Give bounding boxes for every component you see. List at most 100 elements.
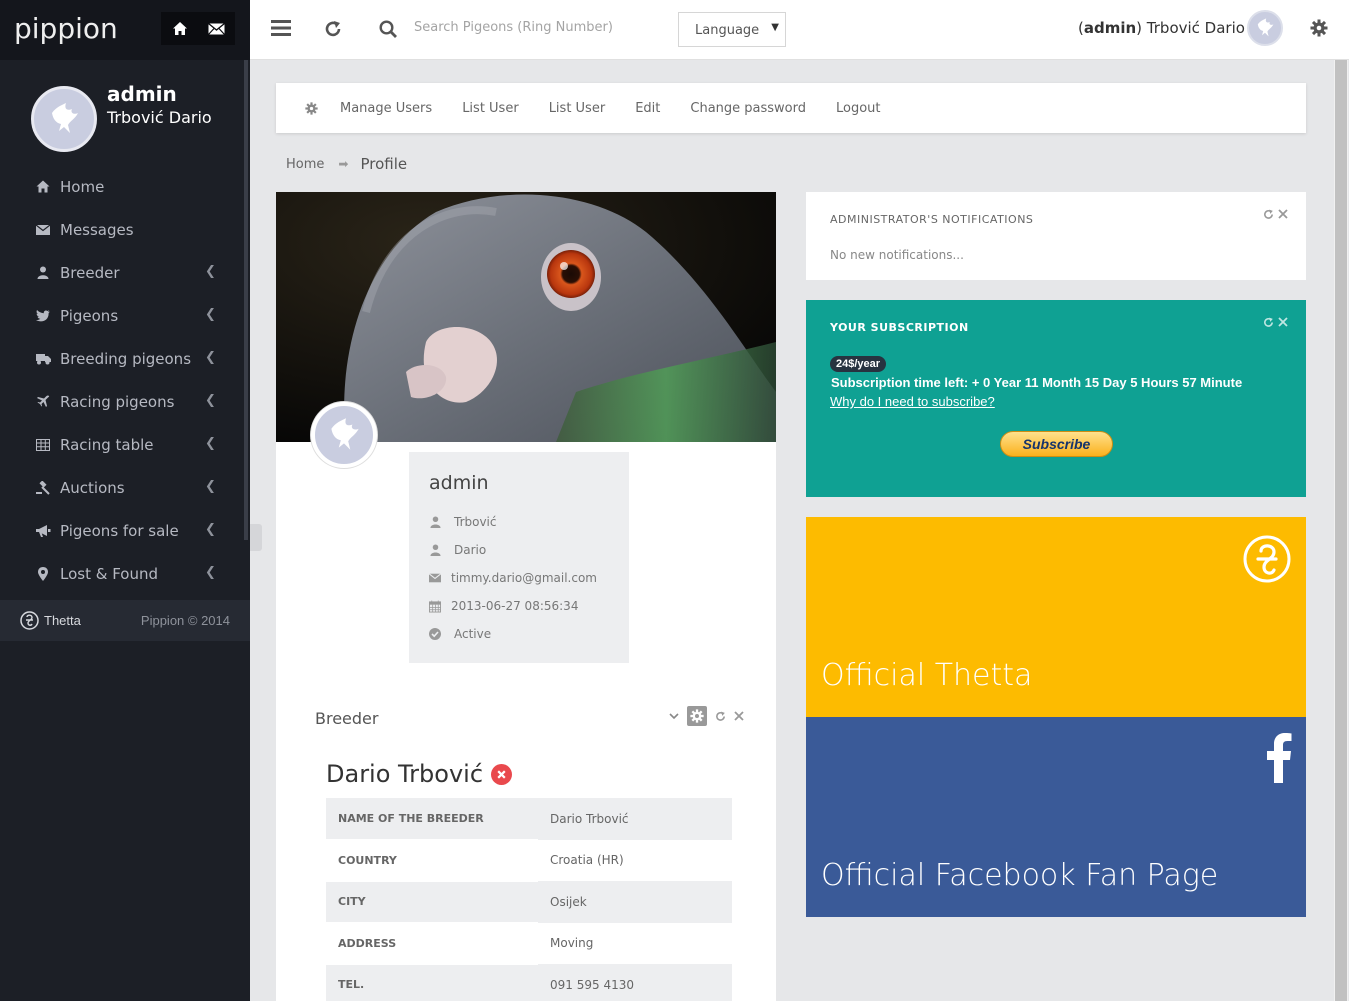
- user-subnav: Manage Users List User List User Edit Ch…: [276, 83, 1306, 133]
- refresh-icon[interactable]: [1263, 209, 1274, 220]
- sidebar-item-auctions[interactable]: Auctions ❮: [0, 466, 250, 509]
- sidebar-item-label: Messages: [60, 220, 134, 239]
- dove-icon: [331, 418, 359, 450]
- breeder-field-value: 091 595 4130: [538, 964, 732, 1001]
- sidebar-item-label: Breeder: [60, 263, 120, 282]
- close-icon[interactable]: [1278, 317, 1288, 328]
- remove-icon[interactable]: [491, 763, 513, 785]
- avatar[interactable]: [1247, 10, 1283, 46]
- profile-last-name: Trbović: [454, 515, 497, 529]
- facebook-icon: [1266, 733, 1292, 788]
- thetta-logo-icon: [20, 611, 39, 630]
- breadcrumb-home[interactable]: Home: [286, 157, 324, 172]
- sidebar-item-pigeons[interactable]: Pigeons ❮: [0, 294, 250, 337]
- page-scrollbar[interactable]: [1334, 60, 1348, 1001]
- breeder-field-label: TEL.: [326, 964, 538, 1001]
- profile-last-name-row: Trbović: [429, 515, 497, 529]
- sidebar-item-label: Pigeons: [60, 306, 119, 325]
- sidebar-item-breeding-pigeons[interactable]: Breeding pigeons ❮: [0, 337, 250, 380]
- gear-icon[interactable]: [687, 706, 707, 726]
- subnav-list-user[interactable]: List User: [462, 101, 519, 116]
- official-thetta-tile[interactable]: Official Thetta: [806, 517, 1306, 717]
- sidebar-item-lost-found[interactable]: Lost & Found ❮: [0, 552, 250, 595]
- sidebar-scrollbar[interactable]: [244, 60, 248, 540]
- gavel-icon: [33, 480, 53, 495]
- breadcrumb: Home ➡ Profile: [286, 155, 407, 173]
- envelope-icon[interactable]: [198, 12, 235, 45]
- subnav-list-user-2[interactable]: List User: [549, 101, 606, 116]
- top-bar: Search Pigeons (Ring Number) Language ▼ …: [250, 0, 1349, 60]
- page-title: Profile: [360, 155, 408, 173]
- sidebar-item-label: Racing table: [60, 435, 154, 454]
- sidebar-item-racing-table[interactable]: Racing table ❮: [0, 423, 250, 466]
- twitter-bird-icon: [33, 309, 53, 322]
- page-scrollbar-thumb[interactable]: [1335, 60, 1347, 1001]
- top-user-menu[interactable]: (admin) Trbović Dario⌄: [1078, 19, 1260, 37]
- language-select[interactable]: Language ▼: [678, 12, 786, 47]
- breeder-details-table: NAME OF THE BREEDER Dario Trbović COUNTR…: [326, 798, 732, 1001]
- sidebar-toggle-handle[interactable]: [250, 524, 262, 551]
- sidebar-item-home[interactable]: Home: [0, 165, 250, 208]
- profile-card: admin Trbović Dario timmy.dario@gmail.co…: [276, 192, 776, 1001]
- home-icon[interactable]: [161, 12, 198, 45]
- sidebar-item-messages[interactable]: Messages: [0, 208, 250, 251]
- top-user-name: Trbović Dario: [1146, 19, 1245, 37]
- subscribe-button[interactable]: Subscribe: [1000, 431, 1113, 457]
- profile-first-name: Dario: [454, 543, 487, 557]
- tile-label: Official Thetta: [821, 658, 1033, 693]
- thetta-link[interactable]: Thetta: [20, 611, 81, 630]
- table-icon: [33, 438, 53, 451]
- app-logo[interactable]: pippion: [14, 12, 118, 45]
- avatar[interactable]: [31, 86, 97, 152]
- chevron-left-icon: ❮: [205, 565, 216, 580]
- breeder-field-value: Dario Trbović: [538, 798, 732, 840]
- why-subscribe-link[interactable]: Why do I need to subscribe?: [830, 394, 995, 409]
- refresh-icon[interactable]: [715, 711, 726, 722]
- close-icon[interactable]: [734, 711, 744, 721]
- truck-icon: [33, 353, 53, 365]
- notifications-tools: [1259, 209, 1288, 220]
- chevron-left-icon: ❮: [205, 307, 216, 322]
- footer-copyright: Pippion © 2014: [140, 613, 230, 628]
- sidebar-item-label: Lost & Found: [60, 564, 159, 583]
- breeder-field-value: Croatia (HR): [550, 853, 624, 868]
- close-icon[interactable]: [1278, 209, 1288, 220]
- language-select-label: Language: [695, 23, 760, 38]
- profile-status-row: Active: [429, 627, 491, 641]
- breeder-name-heading: Dario Trbović: [326, 760, 513, 788]
- sidebar-item-pigeons-for-sale[interactable]: Pigeons for sale ❮: [0, 509, 250, 552]
- chevron-down-icon[interactable]: [669, 712, 679, 720]
- breeder-field-label: ADDRESS: [326, 922, 538, 965]
- profile-avatar[interactable]: [311, 402, 377, 468]
- table-row: NAME OF THE BREEDER Dario Trbović: [326, 798, 732, 840]
- notifications-message: No new notifications...: [830, 248, 964, 262]
- user-icon: [429, 544, 441, 556]
- profile-date: 2013-06-27 08:56:34: [451, 599, 579, 613]
- chevron-left-icon: ❮: [205, 479, 216, 494]
- search-input[interactable]: Search Pigeons (Ring Number): [414, 20, 613, 35]
- chevron-left-icon: ❮: [205, 522, 216, 537]
- sidebar-item-racing-pigeons[interactable]: Racing pigeons ❮: [0, 380, 250, 423]
- dove-icon: [1257, 18, 1274, 37]
- subnav-edit[interactable]: Edit: [635, 101, 660, 116]
- subscription-tools: [1259, 317, 1288, 328]
- sidebar-item-breeder[interactable]: Breeder ❮: [0, 251, 250, 294]
- plane-icon: [33, 395, 53, 408]
- hamburger-menu-icon[interactable]: [271, 20, 291, 41]
- gear-icon[interactable]: [1310, 19, 1328, 42]
- subnav-logout[interactable]: Logout: [836, 101, 881, 116]
- official-facebook-tile[interactable]: Official Facebook Fan Page: [806, 717, 1306, 917]
- profile-info-box: admin Trbović Dario timmy.dario@gmail.co…: [409, 452, 629, 663]
- refresh-icon[interactable]: [324, 20, 342, 43]
- search-icon[interactable]: [379, 20, 397, 43]
- subnav-manage-users[interactable]: Manage Users: [340, 101, 432, 116]
- chevron-left-icon: ❮: [205, 436, 216, 451]
- gear-icon[interactable]: [305, 101, 318, 115]
- breeder-field-label: NAME OF THE BREEDER: [326, 798, 538, 840]
- refresh-icon[interactable]: [1263, 317, 1274, 328]
- breeder-field-label: COUNTRY: [326, 839, 538, 882]
- profile-username: admin: [429, 472, 489, 494]
- sidebar-username: admin: [107, 82, 177, 106]
- price-badge: 24$/year: [830, 356, 887, 372]
- subnav-change-password[interactable]: Change password: [690, 101, 806, 116]
